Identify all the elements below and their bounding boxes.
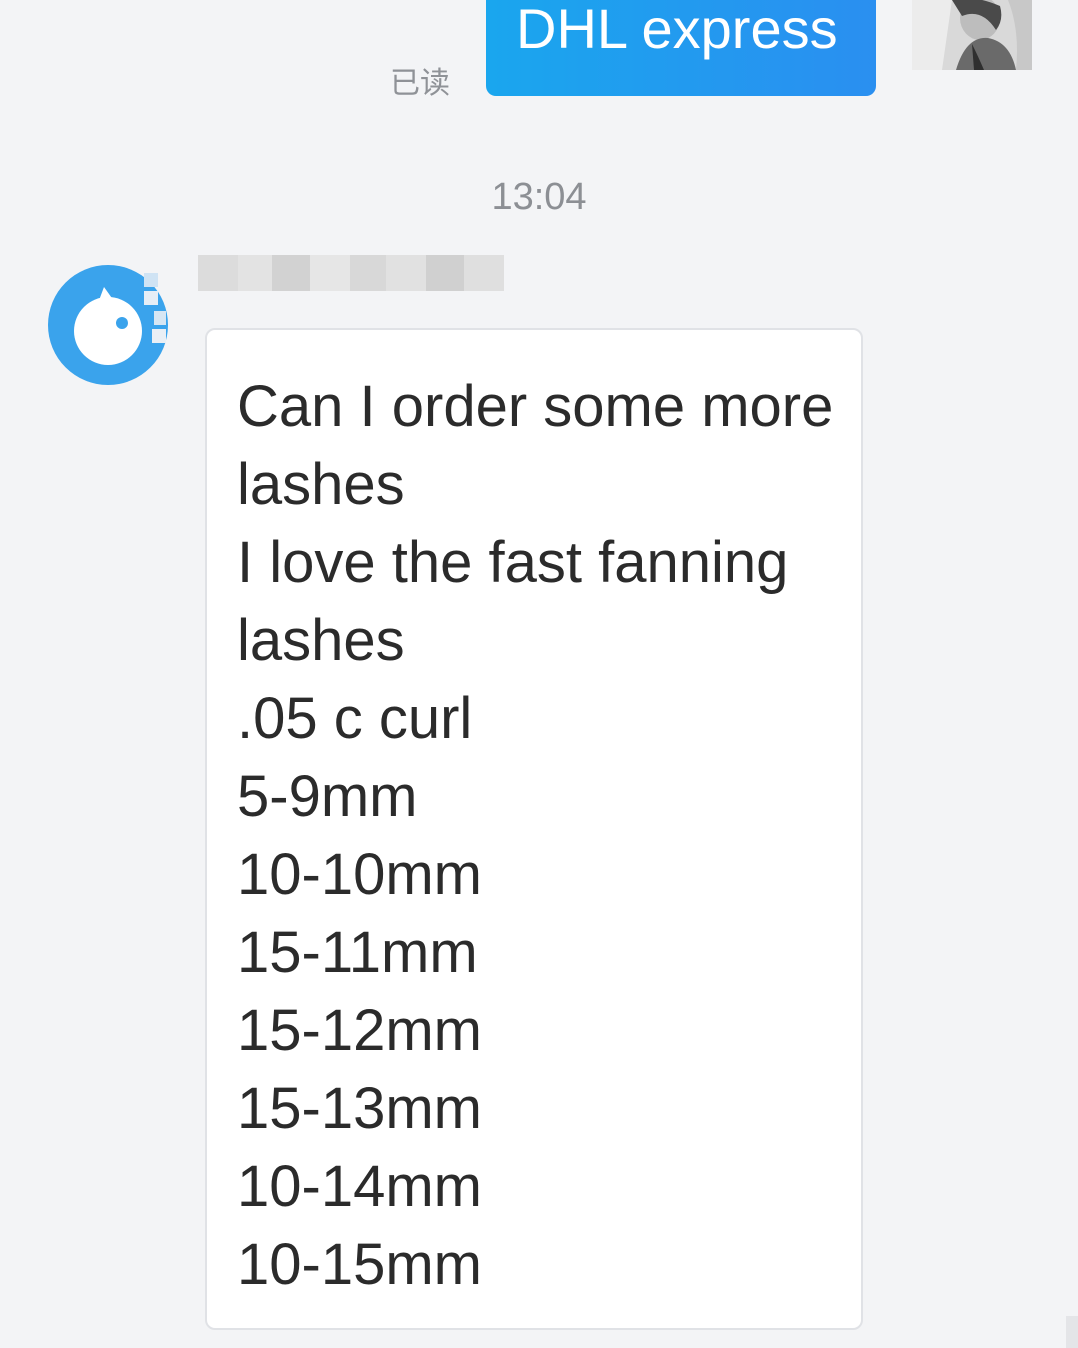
message-line: 10-10mm xyxy=(237,842,482,907)
message-line: I love the fast fanning xyxy=(237,530,789,595)
message-timestamp: 13:04 xyxy=(491,176,587,218)
message-line: 15-11mm xyxy=(237,920,478,985)
sent-message-text: DHL express xyxy=(516,0,838,60)
message-line: 10-15mm xyxy=(237,1232,482,1297)
message-line: lashes xyxy=(237,452,405,517)
app-logo-avatar-icon xyxy=(48,265,168,385)
message-line: 15-13mm xyxy=(237,1076,482,1141)
user-photo-avatar-icon xyxy=(912,0,1032,70)
scrollbar-edge[interactable] xyxy=(1066,1316,1078,1348)
read-status: 已读 xyxy=(390,66,450,101)
sent-message-bubble[interactable]: DHL express xyxy=(486,0,876,96)
message-line: .05 c curl xyxy=(237,686,473,751)
message-line: 15-12mm xyxy=(237,998,482,1063)
message-line: lashes xyxy=(237,608,405,673)
sender-name-blurred xyxy=(198,255,504,291)
message-line: 10-14mm xyxy=(237,1154,482,1219)
message-line: 5-9mm xyxy=(237,764,418,829)
message-line: Can I order some more xyxy=(237,374,834,439)
my-avatar[interactable] xyxy=(912,0,1032,70)
contact-avatar[interactable] xyxy=(48,265,168,385)
received-message-bubble[interactable]: Can I order some more lashes I love the … xyxy=(205,328,863,1330)
